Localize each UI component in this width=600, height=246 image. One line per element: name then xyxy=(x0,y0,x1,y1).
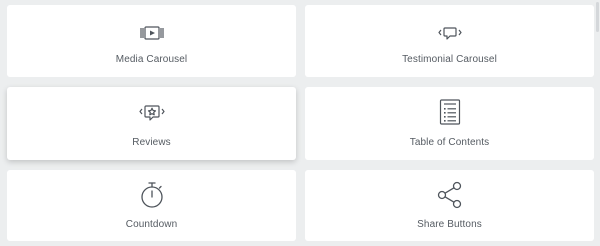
widget-label: Share Buttons xyxy=(417,219,482,230)
media-carousel-icon xyxy=(139,26,164,40)
widget-label: Reviews xyxy=(132,137,171,148)
widget-table-of-contents[interactable]: Table of Contents xyxy=(305,87,594,160)
widget-share-buttons[interactable]: Share Buttons xyxy=(305,170,594,241)
testimonial-carousel-icon xyxy=(437,27,462,40)
widget-reviews[interactable]: Reviews xyxy=(7,87,296,160)
widget-label: Table of Contents xyxy=(409,137,490,148)
widget-media-carousel[interactable]: Media Carousel xyxy=(7,5,296,77)
scrollbar-thumb[interactable] xyxy=(596,2,599,32)
widget-label: Countdown xyxy=(125,219,178,230)
scrollbar[interactable] xyxy=(595,0,600,246)
share-icon xyxy=(437,181,461,209)
widget-label: Testimonial Carousel xyxy=(402,54,497,65)
reviews-icon xyxy=(138,105,165,121)
widget-testimonial-carousel[interactable]: Testimonial Carousel xyxy=(305,5,594,77)
table-of-contents-icon xyxy=(439,99,460,125)
widget-countdown[interactable]: Countdown xyxy=(7,170,296,241)
countdown-icon xyxy=(140,182,163,208)
widget-label: Media Carousel xyxy=(115,54,188,65)
